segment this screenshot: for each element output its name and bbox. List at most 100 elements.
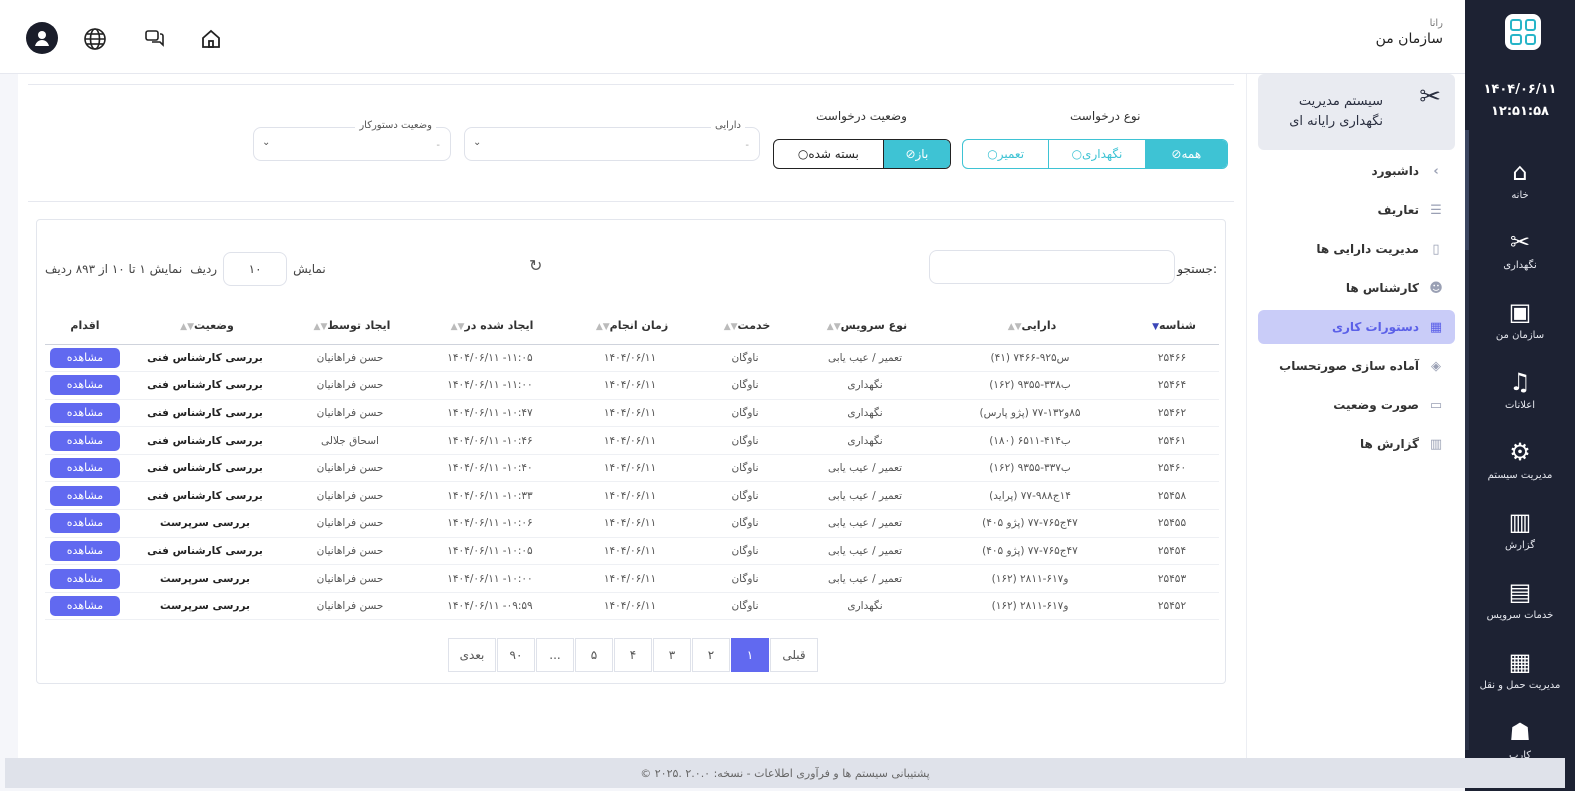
column-header-done-time[interactable]: ▲▼زمان انجام [565, 308, 695, 345]
cell-status: بررسی کارشناس فنی [125, 426, 285, 455]
column-label: ایجاد شده در [464, 319, 534, 333]
cell-id: ۲۵۴۶۲ [1125, 399, 1219, 428]
column-header-created-at[interactable]: ▲▼ایجاد شده در [415, 308, 565, 345]
view-button[interactable]: مشاهده [50, 513, 120, 534]
cell-done-time: ۱۴۰۴/۰۶/۱۱ [565, 344, 695, 373]
cell-created-by: حسن فراهانیان [285, 564, 415, 593]
rail-item-organization[interactable]: ▣ سازمان من [1465, 298, 1575, 341]
sidebar-item-reports[interactable]: گزارش ها ▥ [1258, 427, 1455, 461]
table-row: مشاهده بررسی سرپرست حسن فراهانیان ۱۴۰۴/۰۶/۱… [45, 509, 1219, 538]
request-status-closed[interactable]: ○ بسته شده [774, 140, 883, 168]
sort-icon: ▲▼ [723, 322, 738, 333]
pagination-prev[interactable]: قبلی [770, 638, 818, 672]
cell-service: ناوگان [695, 537, 795, 566]
request-status-segment: ○ بسته شده ⊘ باز [773, 139, 951, 169]
sidebar-item-label: آماده سازی صورتحساب [1279, 359, 1419, 373]
cell-created-at: ۱۴۰۴/۰۶/۱۱ -۱۰:۴۶ [415, 426, 565, 455]
pagination-ellipsis: ... [536, 638, 574, 672]
sidebar-item-billing[interactable]: آماده سازی صورتحساب ◈ [1258, 349, 1455, 383]
radio-icon: ○ [987, 147, 998, 161]
cell-service: ناوگان [695, 399, 795, 428]
page-size-input[interactable]: ۱۰ [223, 252, 288, 286]
cell-action: مشاهده [45, 344, 125, 373]
pagination-page[interactable]: ۲ [692, 638, 730, 672]
cell-action: مشاهده [45, 592, 125, 621]
cell-created-by: حسن فراهانیان [285, 344, 415, 373]
view-button[interactable]: مشاهده [50, 540, 120, 561]
sidebar-item-experts[interactable]: کارشناس ها ☻ [1258, 271, 1455, 305]
pagination-page[interactable]: ۴ [614, 638, 652, 672]
column-header-status[interactable]: ▲▼وضعیت [125, 308, 285, 345]
rail-item-maintenance[interactable]: ✂ نگهداری [1465, 228, 1575, 271]
view-button[interactable]: مشاهده [50, 375, 120, 396]
cell-service-type: تعمیر / عیب یابی [795, 481, 935, 511]
work-orders-icon: ▦ [1429, 319, 1443, 335]
request-type-repair[interactable]: ○ تعمیر [963, 140, 1048, 168]
rail-item-users[interactable]: ☗ کارب [1465, 718, 1575, 761]
rail-item-notifications[interactable]: ♫ اعلانات [1465, 368, 1575, 411]
request-type-all[interactable]: ⊘ همه [1144, 140, 1227, 168]
column-label: شناسه [1158, 319, 1196, 333]
column-label: اقدام [70, 319, 100, 333]
pagination-page[interactable]: ۳ [653, 638, 691, 672]
column-header-asset[interactable]: ▲▼دارایی [935, 308, 1125, 345]
sidebar-item-label: کارشناس ها [1345, 281, 1419, 295]
column-header-created-by[interactable]: ▲▼ایجاد توسط [285, 308, 415, 345]
column-header-id[interactable]: ▼شناسه [1125, 308, 1219, 345]
sidebar-item-assets[interactable]: مدیریت دارایی ها ▯ [1258, 232, 1455, 266]
column-header-service[interactable]: ▲▼خدمت [695, 308, 795, 345]
view-button[interactable]: مشاهده [50, 568, 120, 589]
sidebar-item-definitions[interactable]: تعاریف ☰ [1258, 193, 1455, 227]
rail-item-home[interactable]: ⌂ خانه [1465, 158, 1575, 201]
rail-item-label: گزارش [1504, 540, 1536, 551]
view-button[interactable]: مشاهده [50, 347, 120, 368]
refresh-icon[interactable]: ↻ [529, 256, 542, 275]
work-order-status-select[interactable]: وضعیت دستورکار ⌄ - [253, 120, 451, 161]
search-input[interactable] [929, 250, 1175, 284]
view-button[interactable]: مشاهده [50, 402, 120, 423]
request-type-label: نوع درخواست [1070, 109, 1141, 123]
request-type-segment: ○ تعمیر ○ نگهداری ⊘ همه [962, 139, 1228, 169]
view-button[interactable]: مشاهده [50, 485, 120, 506]
rail-item-report[interactable]: ▥ گزارش [1465, 508, 1575, 551]
pagination-page[interactable]: ۵ [575, 638, 613, 672]
cell-created-by: حسن فراهانیان [285, 454, 415, 483]
rail-date: ۱۴۰۴/۰۶/۱۱ [1483, 82, 1557, 97]
sidebar-item-dashboard[interactable]: داشبورد ‹ [1258, 154, 1455, 188]
sort-icon: ▲▼ [450, 322, 465, 333]
request-status-open[interactable]: ⊘ باز [882, 140, 950, 168]
app-logo[interactable] [1505, 14, 1541, 50]
home-icon[interactable] [196, 24, 226, 54]
pagination-page[interactable]: ۹۰ [497, 638, 535, 672]
cell-id: ۲۵۴۶۰ [1125, 454, 1219, 483]
cell-service: ناوگان [695, 592, 795, 621]
cell-id: ۲۵۴۵۵ [1125, 509, 1219, 538]
chat-icon[interactable] [140, 24, 170, 54]
rail-item-label: خدمات سرویس [1486, 610, 1554, 621]
cell-status: بررسی کارشناس فنی [125, 481, 285, 511]
asset-select[interactable]: دارایی ⌄ - [464, 120, 760, 161]
cell-done-time: ۱۴۰۴/۰۶/۱۱ [565, 592, 695, 621]
user-avatar-icon[interactable] [26, 22, 58, 54]
sidebar-item-work-orders[interactable]: دستورات کاری ▦ [1258, 310, 1455, 344]
rail-item-system-management[interactable]: ⚙ مدیریت سیستم [1465, 438, 1575, 481]
rail-item-service[interactable]: ▤ خدمات سرویس [1465, 578, 1575, 621]
column-header-service-type[interactable]: ▲▼نوع سرویس [795, 308, 935, 345]
column-header-action[interactable]: اقدام [45, 308, 125, 345]
sidebar-item-status-statement[interactable]: صورت وضعیت ▭ [1258, 388, 1455, 422]
pagination-current-page[interactable]: ۱ [731, 638, 769, 672]
cell-action: مشاهده [45, 564, 125, 593]
request-type-maintenance[interactable]: ○ نگهداری [1048, 140, 1144, 168]
rail-item-label: خانه [1511, 190, 1529, 201]
cell-action: مشاهده [45, 399, 125, 428]
app-rail: ۱۴۰۴/۰۶/۱۱ ۱۲:۵۱:۵۸ ⌂ خانه ✂ نگهداری ▣ س… [1465, 0, 1575, 791]
view-button[interactable]: مشاهده [50, 596, 120, 617]
view-button[interactable]: مشاهده [50, 458, 120, 479]
cell-created-at: ۱۴۰۴/۰۶/۱۱ -۱۱:۰۰ [415, 371, 565, 400]
pagination-next[interactable]: بعدی [448, 638, 496, 672]
view-button[interactable]: مشاهده [50, 430, 120, 451]
cell-done-time: ۱۴۰۴/۰۶/۱۱ [565, 509, 695, 538]
sort-icon: ▲▼ [826, 322, 841, 333]
globe-icon[interactable] [80, 24, 110, 54]
rail-item-transport[interactable]: ▦ مدیریت حمل و نقل [1465, 648, 1575, 691]
